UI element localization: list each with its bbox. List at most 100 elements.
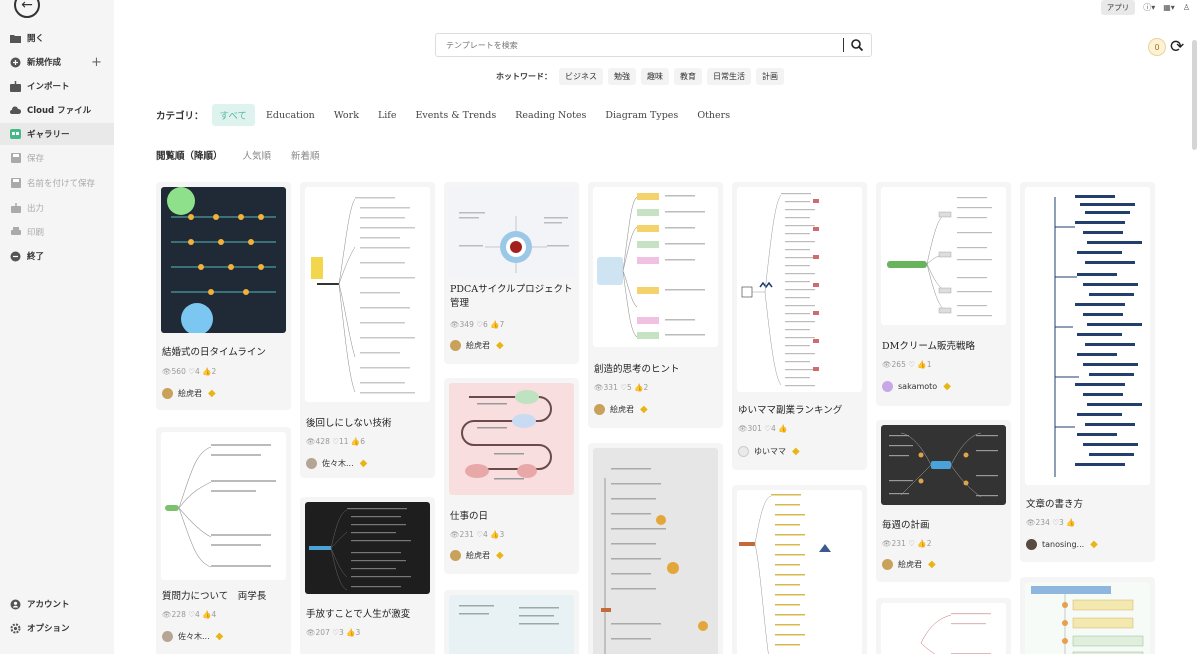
- hot-word-chip[interactable]: 計画: [756, 68, 784, 85]
- help-icon[interactable]: ⓘ▾: [1143, 2, 1155, 13]
- card-thumbnail: [1025, 582, 1150, 654]
- author-name: 絵虎君: [610, 405, 634, 414]
- avatar: [882, 381, 893, 392]
- hot-word-chip[interactable]: ビジネス: [559, 68, 603, 85]
- category-education[interactable]: Education: [258, 106, 323, 125]
- sidebar-item-options[interactable]: オプション: [0, 617, 114, 639]
- card-likes: 6: [482, 320, 488, 329]
- card-views: 349: [459, 320, 474, 329]
- card-author[interactable]: 絵虎君 ◆: [882, 559, 936, 570]
- card-stats: 👁265 ♡ 👍1: [882, 360, 932, 369]
- category-events-trends[interactable]: Events & Trends: [407, 106, 504, 125]
- search-icon[interactable]: [851, 39, 863, 51]
- coin-badge[interactable]: 0: [1148, 38, 1166, 56]
- sidebar-item-open[interactable]: 開く: [0, 27, 114, 49]
- sort-views[interactable]: 閲覧順（降順）: [156, 148, 223, 162]
- premium-icon: ◆: [928, 559, 936, 570]
- sidebar-item-export[interactable]: 出力: [0, 197, 114, 219]
- premium-icon: ◆: [640, 404, 648, 415]
- card-thumbnail: [161, 187, 286, 333]
- sort-newest[interactable]: 新着順: [291, 148, 320, 162]
- hot-word-chip[interactable]: 日常生活: [707, 68, 751, 85]
- sidebar-item-account[interactable]: アカウント: [0, 593, 114, 615]
- template-card[interactable]: [1020, 577, 1155, 654]
- category-diagram-types[interactable]: Diagram Types: [597, 106, 686, 125]
- template-card[interactable]: [732, 485, 867, 654]
- card-author[interactable]: 絵虎君 ◆: [594, 404, 648, 415]
- template-card[interactable]: 結婚式の日タイムライン 👁560 ♡4 👍2 絵虎君 ◆: [156, 182, 291, 410]
- card-stats: 👁349 ♡6 👍7: [450, 320, 505, 329]
- hot-word-chip[interactable]: 趣味: [641, 68, 669, 85]
- exit-icon: [10, 251, 21, 262]
- card-author[interactable]: 絵虎君 ◆: [450, 340, 504, 351]
- refresh-icon[interactable]: ⟳: [1170, 37, 1184, 57]
- template-card[interactable]: [444, 590, 579, 654]
- card-thumbnail: [737, 490, 862, 654]
- sidebar-item-exit[interactable]: 終了: [0, 245, 114, 267]
- card-thumbs: 4: [211, 610, 217, 619]
- category-reading-notes[interactable]: Reading Notes: [507, 106, 594, 125]
- add-icon[interactable]: +: [91, 55, 102, 70]
- grid-icon[interactable]: ▦▾: [1163, 3, 1175, 12]
- back-button[interactable]: ←: [14, 0, 40, 18]
- card-thumbs: 2: [643, 383, 649, 392]
- author-name: 絵虎君: [466, 551, 490, 560]
- hot-word-chip[interactable]: 教育: [674, 68, 702, 85]
- card-stats: 👁331 ♡5 👍2: [594, 383, 649, 392]
- category-life[interactable]: Life: [370, 106, 405, 125]
- sidebar-item-label: インポート: [27, 82, 70, 92]
- sidebar-item-cloud[interactable]: Cloud ファイル: [0, 99, 114, 121]
- template-card[interactable]: 文章の書き方 👁234 ♡3 👍 tanosing... ◆: [1020, 182, 1155, 562]
- category-others[interactable]: Others: [689, 106, 738, 125]
- card-views: 234: [1035, 518, 1050, 527]
- shirt-icon[interactable]: ♙: [1183, 3, 1190, 12]
- avatar: [306, 458, 317, 469]
- template-card[interactable]: [588, 443, 723, 654]
- card-author[interactable]: 絵虎君 ◆: [450, 550, 504, 561]
- avatar: [594, 404, 605, 415]
- hot-word-chip[interactable]: 勉強: [608, 68, 636, 85]
- template-card[interactable]: 後回しにしない技術 👁428 ♡11 👍6 佐々木... ◆: [300, 182, 435, 478]
- sidebar-item-import[interactable]: インポート: [0, 75, 114, 97]
- author-name: 佐々木...: [178, 632, 210, 641]
- sort-popular[interactable]: 人気順: [243, 148, 272, 162]
- category-all[interactable]: すべて: [211, 104, 255, 126]
- sidebar-item-label: 新規作成: [27, 58, 62, 68]
- sidebar-item-print[interactable]: 印刷: [0, 221, 114, 243]
- apps-button[interactable]: アプリ: [1100, 0, 1136, 15]
- sidebar-item-gallery[interactable]: ギャラリー: [0, 123, 114, 145]
- template-card[interactable]: 毎週の計画 👁231 ♡ 👍2 絵虎君 ◆: [876, 420, 1011, 582]
- template-card[interactable]: ゆいママ副業ランキング 👁301 ♡4 👍 ゆいママ ◆: [732, 182, 867, 470]
- card-title: ゆいママ副業ランキング: [738, 405, 843, 416]
- card-likes: 4: [770, 424, 776, 433]
- card-views: 560: [171, 367, 186, 376]
- card-stats: 👁231 ♡ 👍2: [882, 539, 932, 548]
- template-card[interactable]: 質問力について 両学長 👁228 ♡4 👍4 佐々木... ◆: [156, 427, 291, 654]
- card-title: 後回しにしない技術: [306, 418, 392, 429]
- template-card[interactable]: PDCAサイクルプロジェクト管理 👁349 ♡6 👍7 絵虎君 ◆: [444, 182, 579, 364]
- card-author[interactable]: 佐々木... ◆: [306, 458, 367, 469]
- avatar: [738, 446, 749, 457]
- print-icon: [10, 227, 21, 238]
- template-card[interactable]: 仕事の日 👁231 ♡4 👍3 絵虎君 ◆: [444, 378, 579, 574]
- save-as-icon: [10, 178, 21, 189]
- card-author[interactable]: 佐々木... ◆: [162, 631, 223, 642]
- template-card[interactable]: DMクリーム販売戦略 👁265 ♡ 👍1 sakamoto ◆: [876, 182, 1011, 406]
- sidebar-item-save[interactable]: 保存: [0, 147, 114, 169]
- template-card[interactable]: 創造的思考のヒント 👁331 ♡5 👍2 絵虎君 ◆: [588, 182, 723, 428]
- category-filter: カテゴリ： すべて Education Work Life Events & T…: [156, 104, 741, 126]
- account-icon: [10, 599, 21, 610]
- template-card[interactable]: [876, 598, 1011, 654]
- template-card[interactable]: 手放すことで人生が激変 👁207 ♡3 👍3: [300, 497, 435, 654]
- category-work[interactable]: Work: [326, 106, 367, 125]
- avatar: [450, 340, 461, 351]
- sidebar-item-save-as[interactable]: 名前を付けて保存: [0, 172, 114, 194]
- card-author[interactable]: ゆいママ ◆: [738, 446, 800, 457]
- scrollbar[interactable]: [1192, 40, 1197, 150]
- premium-icon: ◆: [496, 550, 504, 561]
- card-author[interactable]: sakamoto ◆: [882, 381, 951, 392]
- card-thumbs: 3: [499, 530, 505, 539]
- card-author[interactable]: tanosing... ◆: [1026, 539, 1098, 550]
- search-input[interactable]: [446, 40, 843, 50]
- card-author[interactable]: 絵虎君 ◆: [162, 388, 216, 399]
